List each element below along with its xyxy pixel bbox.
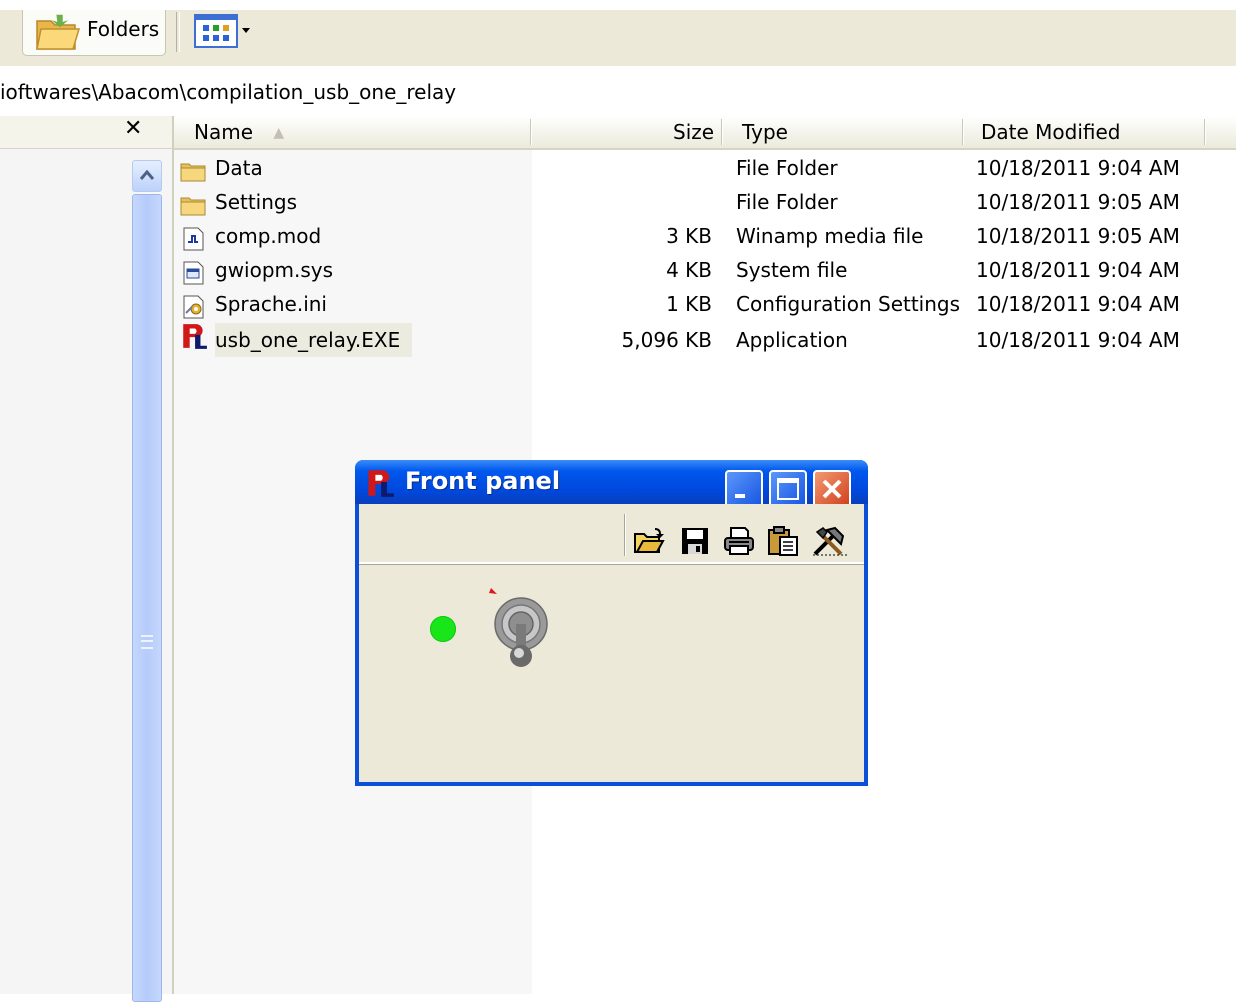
file-row-selected[interactable]: usb_one_relay.EXE 5,096 KB Application 1… [174,323,1236,359]
chevron-up-icon [139,169,155,180]
file-name: Settings [215,190,298,214]
toolbar-separator [624,514,626,556]
details-header: Name ▲ Size Type Date Modified [174,116,1236,150]
tools-icon[interactable] [811,526,849,556]
front-panel-titlebar[interactable]: Front panel [355,460,868,508]
folders-button[interactable]: Folders [22,10,166,56]
file-type: Winamp media file [736,224,924,248]
file-row[interactable]: Sprache.ini 1 KB Configuration Settings … [174,289,1236,323]
file-row[interactable]: gwiopm.sys 4 KB System file 10/18/2011 9… [174,255,1236,289]
front-panel-title: Front panel [405,467,561,495]
close-pane-icon[interactable]: ✕ [124,116,142,141]
status-led [430,616,456,642]
minimize-button[interactable] [725,470,763,508]
file-date: 10/18/2011 9:04 AM [976,156,1180,180]
sort-ascending-icon: ▲ [273,125,285,141]
save-icon[interactable] [679,526,711,556]
profilab-app-icon [368,470,394,497]
address-path: ioftwares\Abacom\compilation_usb_one_rel… [0,80,457,104]
column-header-type[interactable]: Type [742,120,788,144]
file-name: comp.mod [215,224,322,248]
column-divider[interactable] [1204,119,1206,145]
explorer-toolbar: Folders [0,10,1236,66]
file-size: 4 KB [666,258,712,282]
column-header-date[interactable]: Date Modified [981,120,1121,144]
media-file-icon [183,227,204,251]
folder-icon [180,197,206,216]
column-divider[interactable] [962,119,964,145]
settings-file-icon [183,295,204,319]
file-type: Application [736,328,848,352]
file-type: File Folder [736,156,838,180]
file-name: usb_one_relay.EXE [215,323,413,357]
views-grid-icon [194,14,250,48]
minimize-icon [735,494,745,498]
paste-icon[interactable] [767,526,799,556]
maximize-button[interactable] [769,470,807,508]
file-type: Configuration Settings [736,292,961,316]
scrollbar-grip-icon [141,635,153,649]
profilab-app-icon [183,324,207,349]
file-date: 10/18/2011 9:04 AM [976,292,1180,316]
file-row[interactable]: Settings File Folder 10/18/2011 9:05 AM [174,187,1236,221]
file-row[interactable]: Data File Folder 10/18/2011 9:04 AM [174,153,1236,187]
file-size: 5,096 KB [621,328,712,352]
front-panel-body [359,504,864,782]
views-button[interactable] [194,14,252,48]
print-icon[interactable] [723,526,755,556]
column-header-name[interactable]: Name ▲ [194,120,284,144]
file-date: 10/18/2011 9:05 AM [976,224,1180,248]
folder-open-icon [36,14,81,50]
column-divider[interactable] [530,119,532,145]
toggle-switch[interactable] [479,584,569,680]
address-bar[interactable]: ioftwares\Abacom\compilation_usb_one_rel… [0,78,1236,108]
column-header-size[interactable]: Size [673,120,714,144]
file-type: File Folder [736,190,838,214]
system-file-icon [183,261,204,285]
front-panel-window: Front panel [355,460,868,786]
switch-indicator-icon [489,588,497,594]
file-row[interactable]: comp.mod 3 KB Winamp media file 10/18/20… [174,221,1236,255]
file-size: 3 KB [666,224,712,248]
file-size: 1 KB [666,292,712,316]
file-name: gwiopm.sys [215,258,334,282]
folders-pane: ✕ [0,116,172,1002]
open-folder-icon[interactable] [633,526,665,556]
folders-pane-header: ✕ [0,116,172,149]
file-name: Sprache.ini [215,292,327,316]
close-icon [822,479,842,499]
file-date: 10/18/2011 9:04 AM [976,328,1180,352]
folder-icon [180,163,206,182]
file-type: System file [736,258,848,282]
folders-label: Folders [87,17,160,41]
scroll-up-button[interactable] [132,160,162,192]
scrollbar-thumb[interactable] [132,194,162,1002]
maximize-icon [777,478,799,500]
file-date: 10/18/2011 9:04 AM [976,258,1180,282]
front-panel-toolbar [359,504,864,564]
toolbar-separator [176,12,180,52]
column-divider[interactable] [721,119,723,145]
folders-pane-scrollbar[interactable] [132,160,162,1002]
column-name-label: Name [194,120,254,144]
file-name: Data [215,156,263,180]
file-date: 10/18/2011 9:05 AM [976,190,1180,214]
close-button[interactable] [813,470,851,508]
